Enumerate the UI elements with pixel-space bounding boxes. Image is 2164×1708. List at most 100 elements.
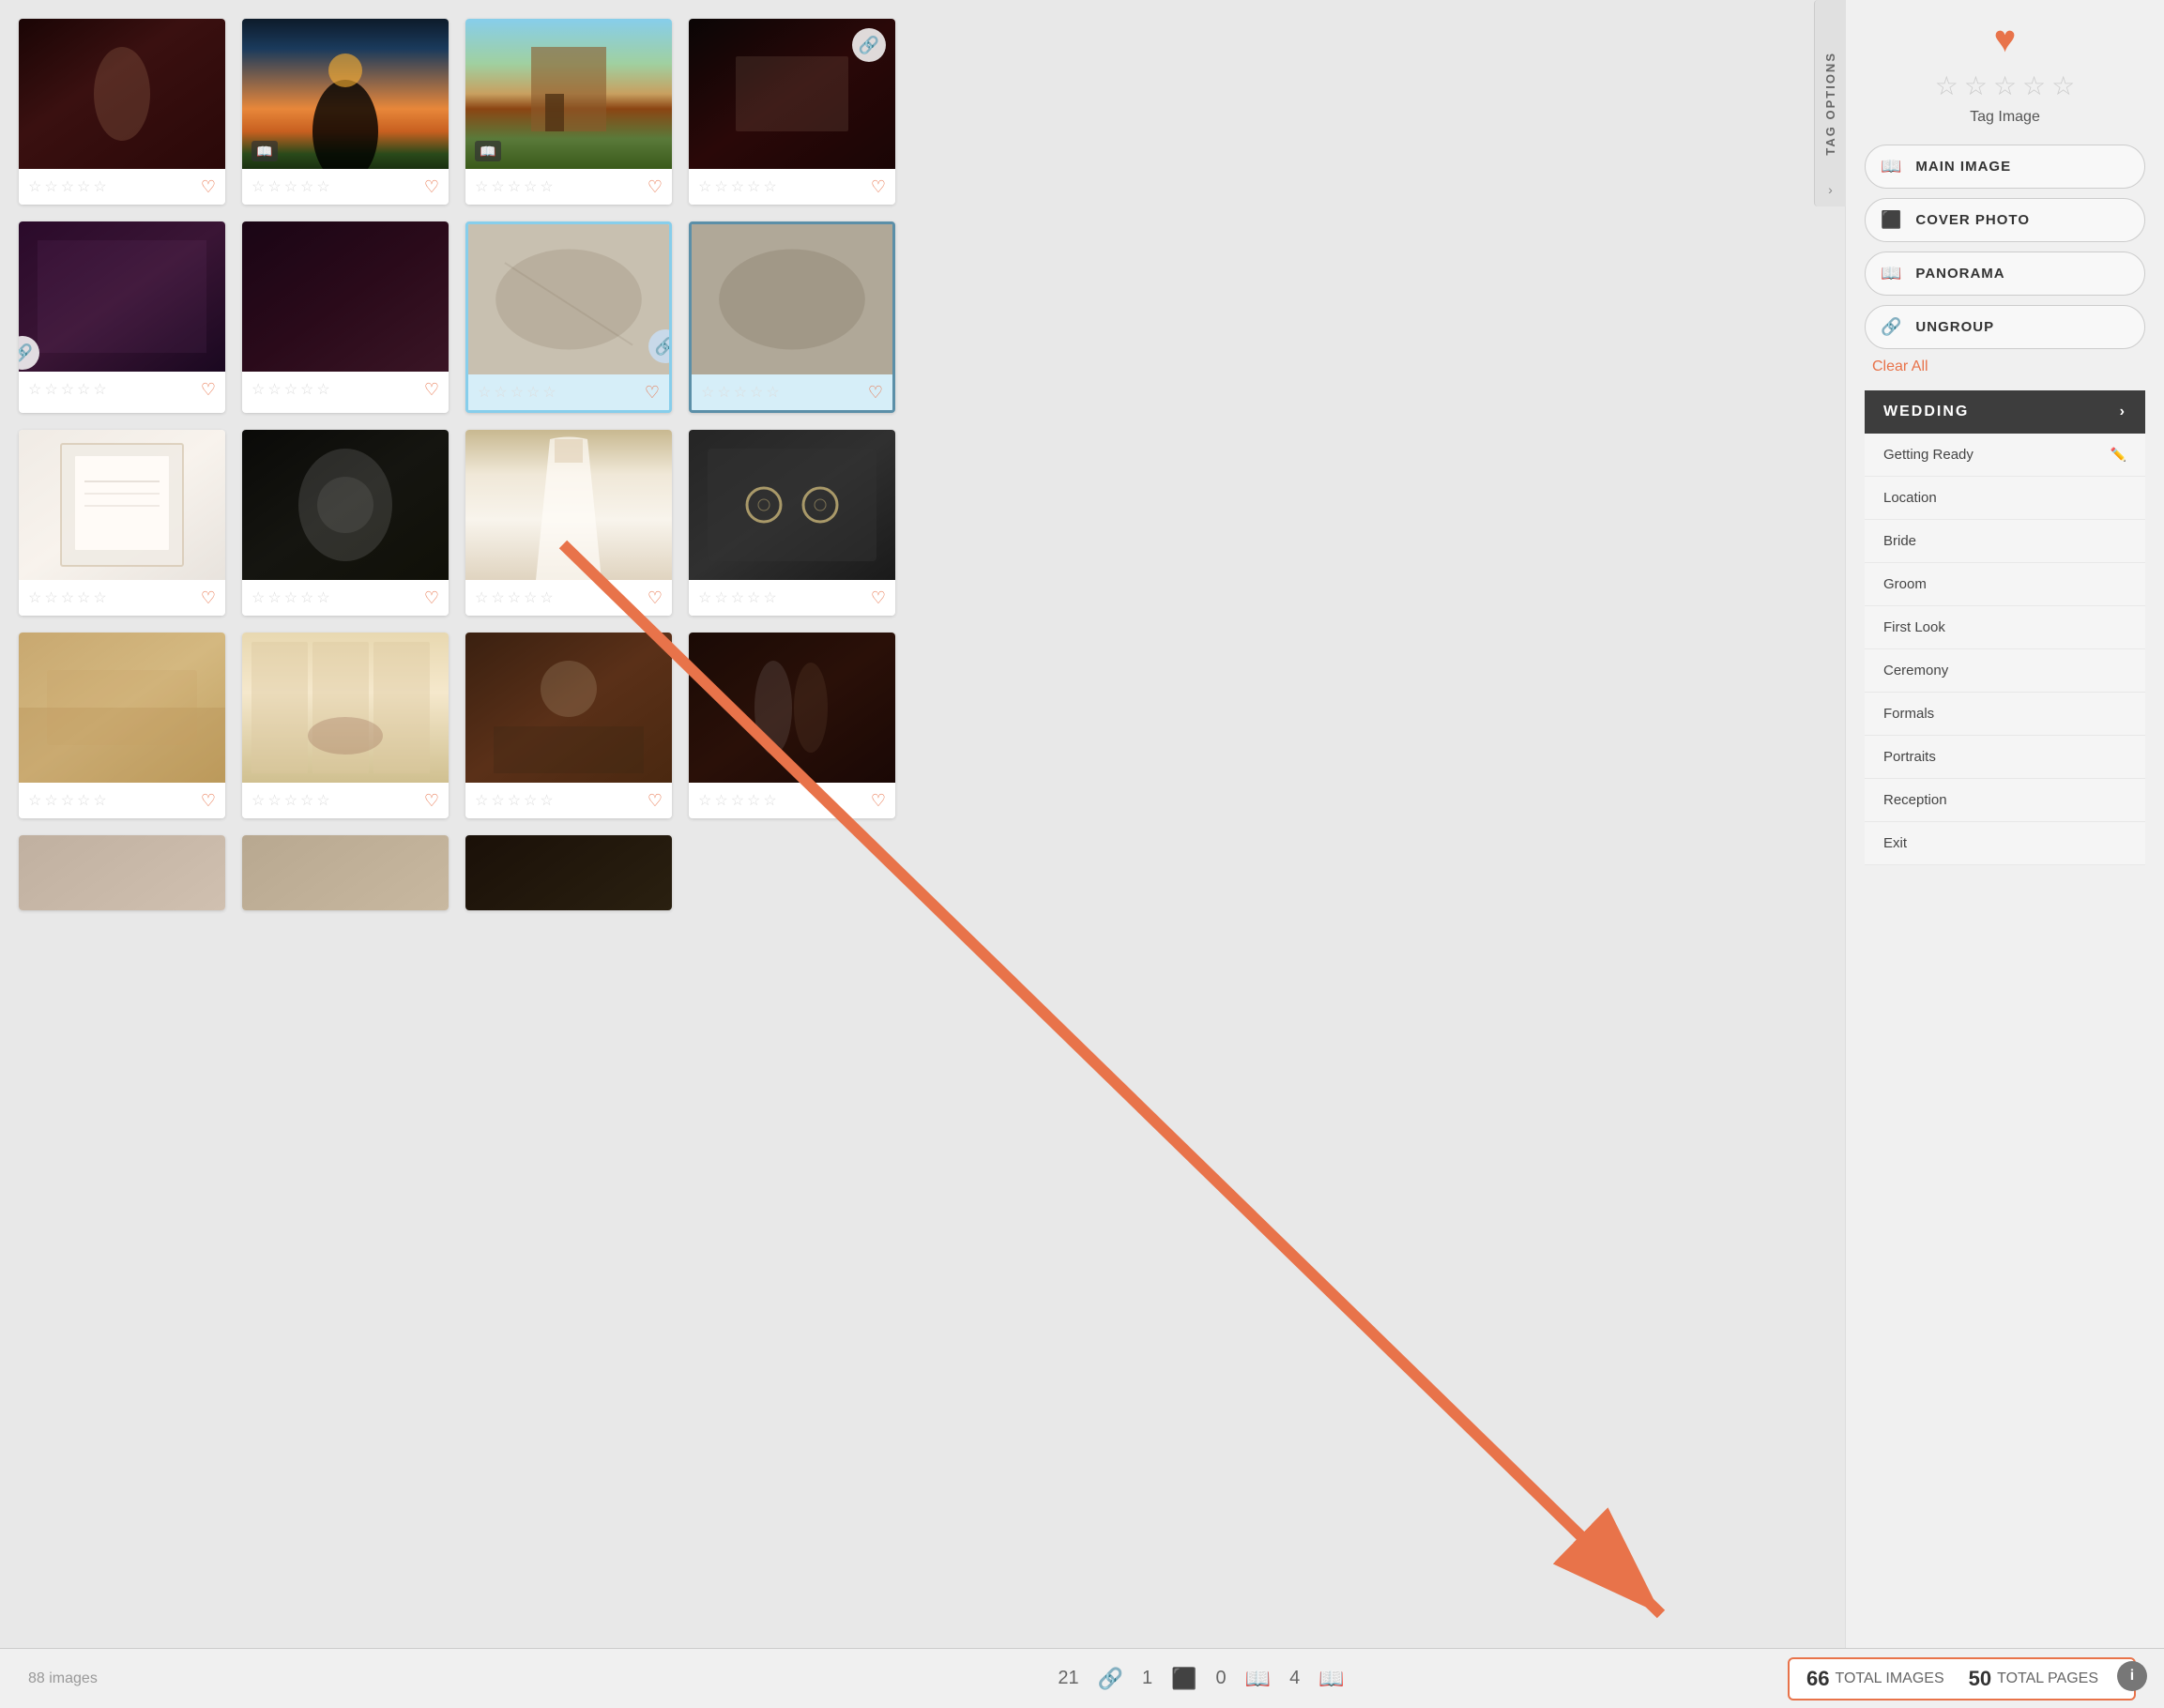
photo-card-5[interactable]: 🔗 ☆☆☆☆☆ ♡ <box>19 221 225 413</box>
right-sidebar: TAG OPTIONS › ♥ ☆ ☆ ☆ ☆ ☆ Tag Image 📖 MA… <box>1845 0 2164 1708</box>
stars-12[interactable]: ☆☆☆☆☆ <box>698 588 777 607</box>
heart-16[interactable]: ♡ <box>871 791 886 811</box>
heart-7[interactable]: ♡ <box>645 383 660 403</box>
photo-card-3[interactable]: 📖 ☆☆☆☆☆ ♡ <box>465 19 672 205</box>
photo-bottom-14: ☆☆☆☆☆ ♡ <box>242 783 449 818</box>
photo-bottom-16: ☆☆☆☆☆ ♡ <box>689 783 895 818</box>
wedding-item-ceremony[interactable]: Ceremony <box>1865 649 2145 693</box>
photo-image-18 <box>242 835 449 910</box>
book-overlay-3: 📖 <box>475 141 501 161</box>
heart-6[interactable]: ♡ <box>424 380 439 400</box>
wedding-item-bride[interactable]: Bride <box>1865 520 2145 563</box>
photo-card-9[interactable]: ☆☆☆☆☆ ♡ <box>19 430 225 616</box>
wedding-item-formals[interactable]: Formals <box>1865 693 2145 736</box>
stars-11[interactable]: ☆☆☆☆☆ <box>475 588 554 607</box>
wedding-item-location[interactable]: Location <box>1865 477 2145 520</box>
stars-10[interactable]: ☆☆☆☆☆ <box>251 588 330 607</box>
photo-bottom-7: ☆☆☆☆☆ ♡ <box>468 374 669 410</box>
cover-photo-button[interactable]: ⬛ COVER PHOTO <box>1865 198 2145 242</box>
photo-bottom-12: ☆☆☆☆☆ ♡ <box>689 580 895 616</box>
link-icon-4[interactable]: 🔗 <box>852 28 886 62</box>
heart-14[interactable]: ♡ <box>424 791 439 811</box>
stars-8[interactable]: ☆☆☆☆☆ <box>701 383 780 402</box>
heart-9[interactable]: ♡ <box>201 588 216 608</box>
photo-card-12[interactable]: ☆☆☆☆☆ ♡ <box>689 430 895 616</box>
heart-15[interactable]: ♡ <box>648 791 663 811</box>
photo-card-4[interactable]: 🔗 ☆☆☆☆☆ ♡ <box>689 19 895 205</box>
edit-icon-getting-ready[interactable]: ✏️ <box>2111 447 2126 463</box>
clear-all-link[interactable]: Clear All <box>1872 358 1928 375</box>
heart-1[interactable]: ♡ <box>201 177 216 197</box>
stars-5[interactable]: ☆☆☆☆☆ <box>28 380 107 399</box>
photo-card-16[interactable]: ☆☆☆☆☆ ♡ <box>689 633 895 818</box>
wedding-item-portraits[interactable]: Portraits <box>1865 736 2145 779</box>
heart-4[interactable]: ♡ <box>871 177 886 197</box>
stars-7[interactable]: ☆☆☆☆☆ <box>478 383 556 402</box>
photo-image-7 <box>468 224 669 374</box>
photo-card-2[interactable]: 📖 ☆☆☆☆☆ ♡ <box>242 19 449 205</box>
stars-16[interactable]: ☆☆☆☆☆ <box>698 791 777 810</box>
wedding-item-getting-ready[interactable]: Getting Ready ✏️ <box>1865 434 2145 477</box>
photo-bottom-5: ☆☆☆☆☆ ♡ <box>19 372 225 407</box>
total-pages-label: TOTAL PAGES <box>1997 1670 2098 1687</box>
heart-10[interactable]: ♡ <box>424 588 439 608</box>
photo-card-17[interactable] <box>19 835 225 910</box>
heart-8[interactable]: ♡ <box>868 383 883 403</box>
heart-12[interactable]: ♡ <box>871 588 886 608</box>
stars-2[interactable]: ☆☆☆☆☆ <box>251 177 330 196</box>
photo-bottom-1: ☆☆☆☆☆ ♡ <box>19 169 225 205</box>
wedding-item-first-look[interactable]: First Look <box>1865 606 2145 649</box>
photo-card-7[interactable]: 🔗 ☆☆☆☆☆ ♡ <box>465 221 672 413</box>
photo-card-19[interactable] <box>465 835 672 910</box>
photo-bottom-4: ☆☆☆☆☆ ♡ <box>689 169 895 205</box>
photo-card-15[interactable]: ☆☆☆☆☆ ♡ <box>465 633 672 818</box>
photo-bottom-6: ☆☆☆☆☆ ♡ <box>242 372 449 407</box>
photo-image-16 <box>689 633 895 783</box>
panorama-button[interactable]: 📖 PANORAMA <box>1865 252 2145 296</box>
stars-3[interactable]: ☆☆☆☆☆ <box>475 177 554 196</box>
heart-13[interactable]: ♡ <box>201 791 216 811</box>
photo-image-19 <box>465 835 672 910</box>
ungroup-button[interactable]: 🔗 UNGROUP <box>1865 305 2145 349</box>
heart-3[interactable]: ♡ <box>648 177 663 197</box>
photo-card-18[interactable] <box>242 835 449 910</box>
stars-6[interactable]: ☆☆☆☆☆ <box>251 380 330 399</box>
photo-image-9 <box>19 430 225 580</box>
photo-image-11 <box>465 430 672 580</box>
sidebar-content: ♥ ☆ ☆ ☆ ☆ ☆ Tag Image 📖 MAIN IMAGE ⬛ COV… <box>1846 0 2164 884</box>
tag-buttons: 📖 MAIN IMAGE ⬛ COVER PHOTO 📖 PANORAMA 🔗 … <box>1865 145 2145 349</box>
photo-card-1[interactable]: ☆☆☆☆☆ ♡ <box>19 19 225 205</box>
tag-options-label: TAG OPTIONS <box>1823 52 1837 156</box>
stars-4[interactable]: ☆☆☆☆☆ <box>698 177 777 196</box>
stars-13[interactable]: ☆☆☆☆☆ <box>28 791 107 810</box>
photo-card-14[interactable]: ☆☆☆☆☆ ♡ <box>242 633 449 818</box>
stars-rating[interactable]: ☆ ☆ ☆ ☆ ☆ <box>1935 70 2076 101</box>
tag-options-tab[interactable]: TAG OPTIONS › <box>1814 0 1846 206</box>
photo-image-13 <box>19 633 225 783</box>
stars-14[interactable]: ☆☆☆☆☆ <box>251 791 330 810</box>
photo-card-6[interactable]: ☆☆☆☆☆ ♡ <box>242 221 449 413</box>
heart-icon-large[interactable]: ♥ <box>1994 19 2017 61</box>
photo-card-13[interactable]: ☆☆☆☆☆ ♡ <box>19 633 225 818</box>
heart-2[interactable]: ♡ <box>424 177 439 197</box>
book-icon-main: 📖 <box>1881 157 1902 176</box>
link-icon-status[interactable]: 🔗 <box>1098 1667 1123 1691</box>
heart-11[interactable]: ♡ <box>648 588 663 608</box>
heart-5[interactable]: ♡ <box>201 380 216 400</box>
book-icon-status1: 📖 <box>1245 1667 1271 1691</box>
info-icon[interactable]: i <box>2117 1661 2147 1691</box>
photo-bottom-13: ☆☆☆☆☆ ♡ <box>19 783 225 818</box>
stars-9[interactable]: ☆☆☆☆☆ <box>28 588 107 607</box>
main-image-button[interactable]: 📖 MAIN IMAGE <box>1865 145 2145 189</box>
wedding-item-reception[interactable]: Reception <box>1865 779 2145 822</box>
wedding-item-exit[interactable]: Exit <box>1865 822 2145 865</box>
photo-card-8[interactable]: ☆☆☆☆☆ ♡ <box>689 221 895 413</box>
wedding-item-groom[interactable]: Groom <box>1865 563 2145 606</box>
photo-card-11[interactable]: ☆☆☆☆☆ ♡ <box>465 430 672 616</box>
number2-status: 0 <box>1216 1668 1227 1689</box>
tag-image-label: Tag Image <box>1970 109 2040 126</box>
stars-15[interactable]: ☆☆☆☆☆ <box>475 791 554 810</box>
stars-1[interactable]: ☆☆☆☆☆ <box>28 177 107 196</box>
photo-card-10[interactable]: ☆☆☆☆☆ ♡ <box>242 430 449 616</box>
wedding-header[interactable]: WEDDING › <box>1865 390 2145 434</box>
